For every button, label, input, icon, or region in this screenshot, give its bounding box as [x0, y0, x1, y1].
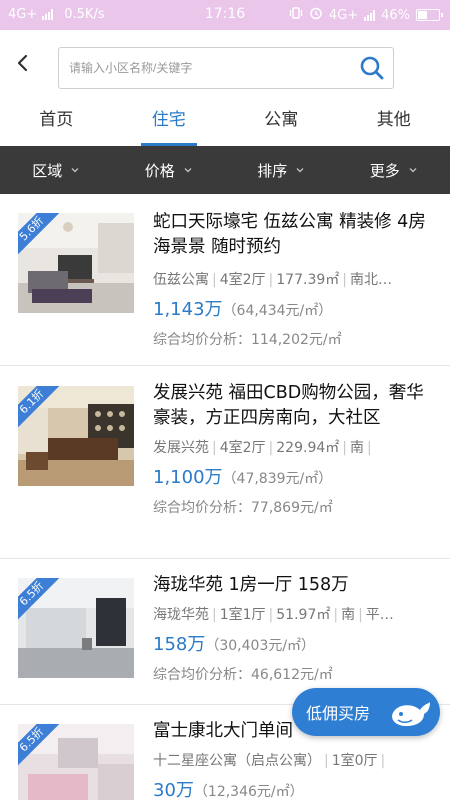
status-bar: 4G+ 0.5K/s 17:16 4G+ 46%: [0, 0, 450, 30]
average-price: 综合均价分析：114,202元/㎡: [153, 329, 436, 349]
unit-price: （47,839元/㎡）: [222, 471, 333, 487]
chevron-down-icon: [71, 168, 79, 173]
filter-label: 区域: [32, 161, 63, 180]
filter-bar: 区域 价格 排序 更多: [0, 146, 450, 194]
listing-title: 蛇口天际壕宅 伍兹公寓 精装修 4房海景景 随时预约: [153, 212, 426, 257]
filter-label: 排序: [257, 161, 288, 180]
total-price: 30万: [153, 780, 194, 800]
listing-meta: 海珑华苑 | 1室1厅 | 51.97㎡ | 南 | 平…: [153, 607, 394, 623]
community-name: 发展兴苑: [153, 440, 209, 456]
chevron-down-icon: [184, 168, 192, 173]
unit-price: （30,403元/㎡）: [205, 638, 316, 654]
orientation: 南: [349, 440, 364, 456]
search-input[interactable]: [69, 58, 349, 78]
price-row: 30万（12,346元/㎡）: [153, 776, 436, 800]
price-row: 1,143万（64,434元/㎡）: [153, 295, 436, 321]
total-price: 1,143万: [153, 299, 223, 320]
community-name: 伍兹公寓: [153, 272, 209, 288]
search-icon[interactable]: [359, 55, 385, 81]
community-name: 海珑华苑: [153, 607, 209, 623]
price-row: 1,100万（47,839元/㎡）: [153, 463, 436, 489]
room-layout: 4室2厅: [219, 272, 266, 288]
floor-area: 177.39㎡: [276, 272, 340, 288]
tab-other[interactable]: 其他: [338, 98, 450, 146]
chevron-down-icon: [409, 168, 417, 173]
tab-residential[interactable]: 住宅: [113, 98, 226, 146]
extra-info: 平…: [365, 607, 394, 623]
search-box[interactable]: [58, 47, 394, 89]
listing-item[interactable]: 6.5折 海珑华苑 1房一厅 158万 海珑华苑 | 1室1厅 | 51.97㎡ | 南 | 平…: [0, 559, 450, 705]
chevron-down-icon: [296, 168, 304, 173]
filter-more[interactable]: 更多: [338, 146, 450, 194]
unit-price: （12,346元/㎡）: [193, 784, 304, 800]
tab-apartment[interactable]: 公寓: [225, 98, 338, 146]
orientation: 南北…: [349, 272, 392, 288]
back-arrow-icon[interactable]: [12, 52, 34, 74]
listing-item[interactable]: 5.6折 蛇口天际壕宅 伍兹公寓 精装修 4房海景景 随时预约 伍兹公寓 | 4室2…: [0, 194, 450, 366]
listing-meta: 十二星座公寓（启点公寓） | 1室0厅 |: [153, 753, 386, 769]
filter-sort[interactable]: 排序: [225, 146, 338, 194]
whale-icon: [392, 702, 430, 726]
listing-meta: 发展兴苑 | 4室2厅 | 229.94㎡ | 南 |: [153, 440, 372, 456]
filter-label: 价格: [144, 161, 175, 180]
room-layout: 1室0厅: [331, 753, 378, 769]
status-right: 4G+ 46%: [289, 6, 443, 24]
vibrate-icon: [289, 6, 303, 24]
total-price: 158万: [153, 634, 206, 655]
listing-photo: 6.5折: [18, 578, 134, 678]
price-row: 158万（30,403元/㎡）: [153, 630, 436, 656]
alarm-icon: [309, 6, 323, 24]
room-layout: 4室2厅: [219, 440, 266, 456]
signal-icon-right: [364, 9, 376, 21]
average-label: 综合均价分析：: [153, 332, 251, 348]
filter-region[interactable]: 区域: [0, 146, 113, 194]
average-value: 77,869元/㎡: [251, 500, 333, 516]
listing-photo: 6.5折: [18, 724, 134, 800]
listing-photo: 5.6折: [18, 213, 134, 313]
community-name: 十二星座公寓（启点公寓）: [153, 753, 321, 769]
listing-info: 蛇口天际壕宅 伍兹公寓 精装修 4房海景景 随时预约 伍兹公寓 | 4室2厅 | 177…: [153, 210, 436, 349]
filter-price[interactable]: 价格: [113, 146, 226, 194]
average-price: 综合均价分析：77,869元/㎡: [153, 497, 436, 517]
battery-icon: [416, 9, 443, 21]
network-type-right: 4G+: [328, 7, 359, 23]
listing-meta: 伍兹公寓 | 4室2厅 | 177.39㎡ | 南北…: [153, 272, 392, 288]
average-label: 综合均价分析：: [153, 500, 251, 516]
listing-title: 海珑华苑 1房一厅 158万: [153, 575, 349, 595]
listing-info: 海珑华苑 1房一厅 158万 海珑华苑 | 1室1厅 | 51.97㎡ | 南 | 平… 158…: [153, 573, 436, 684]
average-price: 综合均价分析：46,612元/㎡: [153, 664, 436, 684]
average-label: 综合均价分析：: [153, 667, 251, 683]
category-tabs: 首页 住宅 公寓 其他: [0, 98, 450, 146]
floor-area: 51.97㎡: [276, 607, 331, 623]
average-value: 114,202元/㎡: [251, 332, 342, 348]
battery-percent: 46%: [381, 7, 410, 23]
filter-label: 更多: [369, 161, 400, 180]
orientation: 南: [341, 607, 356, 623]
total-price: 1,100万: [153, 467, 223, 488]
listing-photo: 6.1折: [18, 386, 134, 486]
average-value: 46,612元/㎡: [251, 667, 333, 683]
listing-item[interactable]: 6.1折 发展兴苑 福田CBD购物公园，奢华豪装，方正四房南向，大社区 发展兴苑…: [0, 366, 450, 559]
tab-home[interactable]: 首页: [0, 98, 113, 146]
fab-label: 低佣买房: [306, 704, 371, 723]
unit-price: （64,434元/㎡）: [222, 303, 333, 319]
room-layout: 1室1厅: [219, 607, 266, 623]
floor-area: 229.94㎡: [276, 440, 340, 456]
listing-info: 发展兴苑 福田CBD购物公园，奢华豪装，方正四房南向，大社区 发展兴苑 | 4室2厅…: [153, 381, 436, 517]
listing-title: 发展兴苑 福田CBD购物公园，奢华豪装，方正四房南向，大社区: [153, 383, 424, 428]
search-header: [0, 30, 450, 98]
low-commission-buy-button[interactable]: 低佣买房: [292, 688, 440, 736]
